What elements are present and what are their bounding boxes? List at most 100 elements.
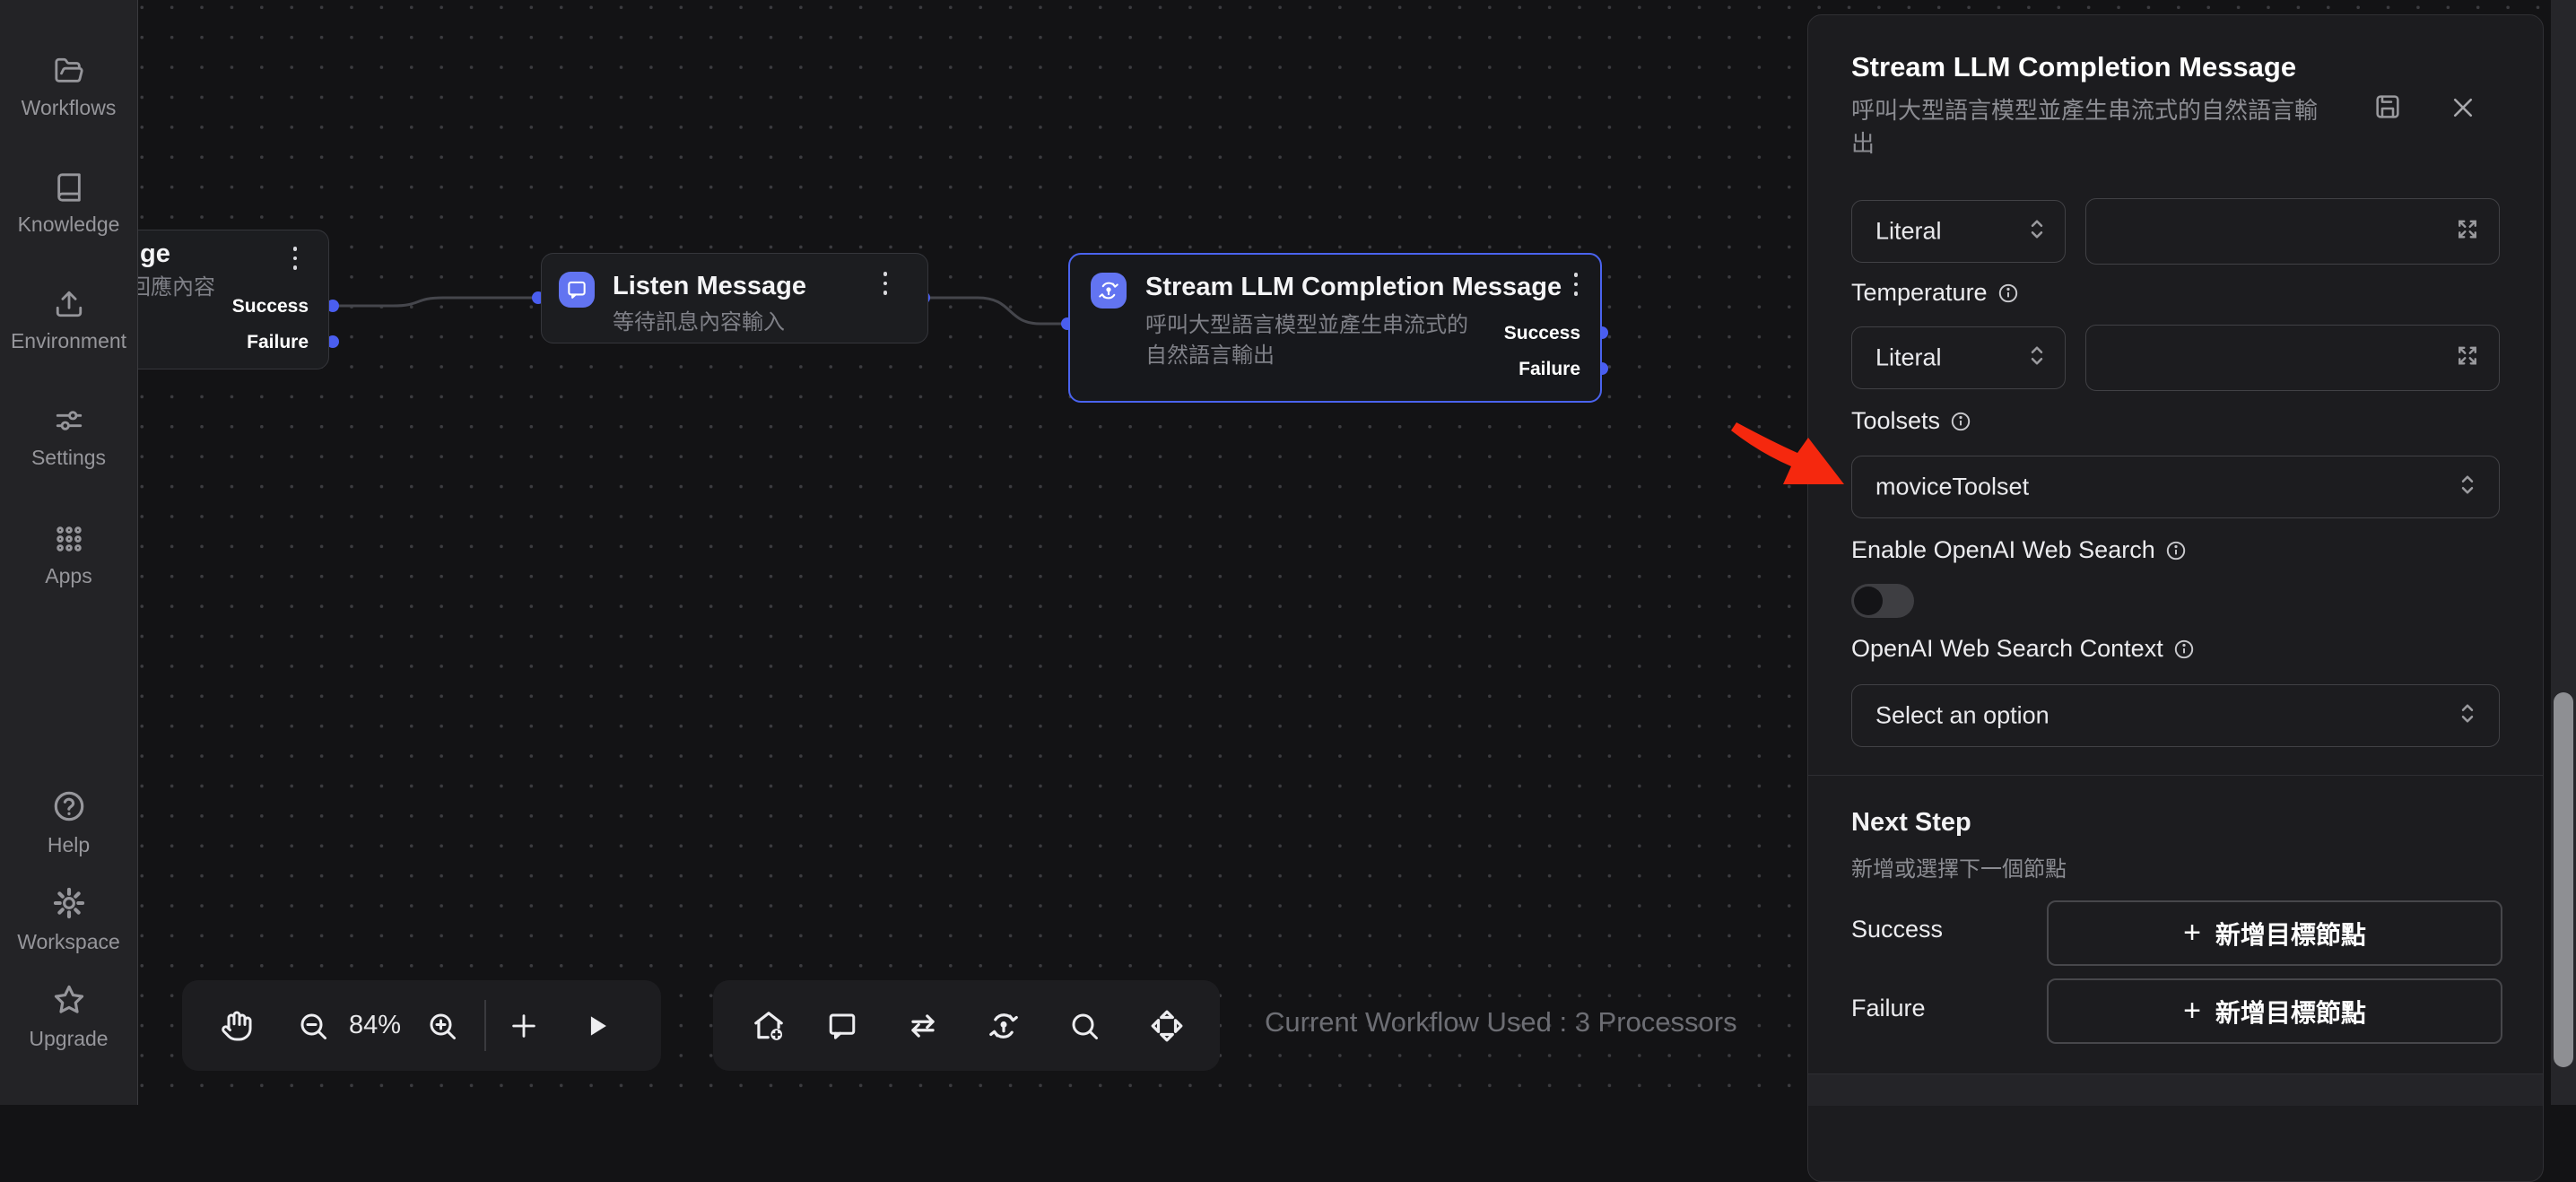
zoom-in-icon[interactable] <box>420 980 465 1071</box>
enable-web-search-label: Enable OpenAI Web Search <box>1851 536 2188 564</box>
node-menu-kebab-icon[interactable] <box>292 247 299 270</box>
zoom-level[interactable]: 84% <box>336 980 413 1071</box>
port-label-failure: Failure <box>1519 359 1580 380</box>
upload-icon <box>54 308 84 323</box>
toolsets-label: Toolsets <box>1851 407 1972 435</box>
pan-hand-icon[interactable] <box>214 980 259 1071</box>
chevron-up-down-icon <box>2459 472 2476 503</box>
message-bubble-icon[interactable] <box>820 980 865 1071</box>
select-value: moviceToolset <box>1875 474 2029 501</box>
sidebar-item-environment[interactable]: Environment <box>0 289 137 353</box>
home-add-icon[interactable] <box>746 980 791 1071</box>
run-play-icon[interactable] <box>575 980 620 1071</box>
section-divider <box>1808 775 2543 776</box>
logic-diamond-icon[interactable] <box>1144 980 1189 1071</box>
node-subtitle-line2: 自然語言輸出 <box>1145 337 1275 369</box>
chevron-up-down-icon <box>2459 700 2476 732</box>
sidebar-item-workflows[interactable]: Workflows <box>0 56 137 120</box>
port-label-failure: Failure <box>247 332 309 353</box>
sidebar-item-settings[interactable]: Settings <box>0 405 137 470</box>
search-icon[interactable] <box>1062 980 1107 1071</box>
sidebar-item-label: Upgrade <box>0 1027 137 1051</box>
node-stream-llm-completion[interactable]: Stream LLM Completion Message 呼叫大型語言模型並產… <box>1068 253 1602 403</box>
node-title: Listen Message <box>613 272 806 301</box>
label-text: Temperature <box>1851 279 1988 307</box>
close-icon[interactable] <box>2450 94 2476 126</box>
gear-icon <box>52 908 86 924</box>
chevron-up-down-icon <box>2029 216 2045 248</box>
expand-icon[interactable] <box>2454 343 2481 374</box>
label-text: OpenAI Web Search Context <box>1851 635 2163 663</box>
sidebar-item-workspace[interactable]: Workspace <box>0 886 137 954</box>
panel-subtitle: 呼叫大型語言模型並產生串流式的自然語言輸出 <box>1851 94 2336 161</box>
next-step-subtitle: 新增或選擇下一個節點 <box>1851 851 2067 882</box>
sidebar-item-label: Knowledge <box>0 213 137 237</box>
label-text: Enable OpenAI Web Search <box>1851 536 2155 564</box>
prompt-value-input[interactable] <box>2085 198 2500 265</box>
panel-footer <box>1808 1074 2543 1106</box>
temperature-value-input[interactable] <box>2085 325 2500 391</box>
temperature-label: Temperature <box>1851 279 2020 307</box>
failure-row-label: Failure <box>1851 995 1926 1022</box>
select-value: Literal <box>1875 344 1942 372</box>
button-label: 新增目標節點 <box>2215 994 2366 1030</box>
temperature-type-select[interactable]: Literal <box>1851 326 2066 389</box>
plus-icon: + <box>2183 916 2201 951</box>
web-search-toggle[interactable] <box>1851 584 1914 618</box>
sidebar-item-label: Workflows <box>0 96 137 120</box>
node-subtitle: 等待訊息內容輸入 <box>613 304 785 335</box>
zoom-toolbar: 84% <box>182 980 661 1071</box>
node-subtitle-line1: 呼叫大型語言模型並產生串流式的 <box>1145 307 1468 338</box>
prompt-type-select[interactable]: Literal <box>1851 200 2066 263</box>
sidebar-item-label: Environment <box>0 329 137 353</box>
select-value: Literal <box>1875 218 1942 246</box>
folder-open-icon <box>54 74 84 90</box>
add-target-node-success-button[interactable]: + 新增目標節點 <box>2047 900 2502 966</box>
sidebar-item-apps[interactable]: Apps <box>0 524 137 588</box>
node-title: Stream LLM Completion Message <box>1145 273 1562 302</box>
book-icon <box>54 191 84 206</box>
context-select[interactable]: Select an option <box>1851 684 2500 747</box>
edge-reply-to-listen <box>333 298 533 306</box>
edge-listen-to-llm <box>929 298 1062 324</box>
info-icon[interactable] <box>2164 539 2188 562</box>
sidebar-item-label: Settings <box>0 446 137 470</box>
sidebar-item-knowledge[interactable]: Knowledge <box>0 172 137 237</box>
save-icon[interactable] <box>2373 92 2402 126</box>
port-label-success: Success <box>232 296 309 317</box>
left-sidebar: Workflows Knowledge Environment Settings… <box>0 0 138 1105</box>
label-text: Toolsets <box>1851 407 1940 435</box>
workflow-usage-status: Current Workflow Used : 3 Processors <box>1265 1006 1737 1039</box>
llm-bulb-sync-icon[interactable] <box>981 980 1026 1071</box>
apps-grid-icon <box>54 543 84 558</box>
sidebar-item-upgrade[interactable]: Upgrade <box>0 983 137 1051</box>
toggle-knob <box>1854 587 1883 615</box>
node-listen-message[interactable]: Listen Message 等待訊息內容輸入 <box>541 253 928 343</box>
port-label-success: Success <box>1504 323 1580 344</box>
next-step-title: Next Step <box>1851 808 1971 838</box>
sidebar-item-label: Workspace <box>0 930 137 954</box>
node-menu-kebab-icon[interactable] <box>1572 273 1580 296</box>
add-node-plus-icon[interactable] <box>501 980 546 1071</box>
scrollbar-thumb[interactable] <box>2554 692 2573 1067</box>
sidebar-item-help[interactable]: Help <box>0 789 137 857</box>
add-target-node-failure-button[interactable]: + 新增目標節點 <box>2047 978 2502 1044</box>
info-icon[interactable] <box>2172 638 2196 661</box>
node-config-panel: Stream LLM Completion Message 呼叫大型語言模型並產… <box>1807 14 2544 1182</box>
plus-icon: + <box>2183 994 2201 1029</box>
select-placeholder: Select an option <box>1875 702 2049 730</box>
node-menu-kebab-icon[interactable] <box>882 272 889 295</box>
info-icon[interactable] <box>1997 282 2020 305</box>
toolbar-divider <box>484 1000 486 1051</box>
zoom-out-icon[interactable] <box>291 980 335 1071</box>
info-icon[interactable] <box>1949 410 1972 433</box>
expand-icon[interactable] <box>2454 216 2481 248</box>
button-label: 新增目標節點 <box>2215 916 2366 952</box>
panel-title: Stream LLM Completion Message <box>1851 51 2296 83</box>
swap-arrows-icon[interactable] <box>901 980 945 1071</box>
llm-bulb-sync-icon <box>1091 273 1127 309</box>
chevron-up-down-icon <box>2029 343 2045 374</box>
star-icon <box>52 1005 86 1021</box>
toolset-select[interactable]: moviceToolset <box>1851 456 2500 518</box>
node-subtitle: 回應內容 <box>129 269 215 300</box>
